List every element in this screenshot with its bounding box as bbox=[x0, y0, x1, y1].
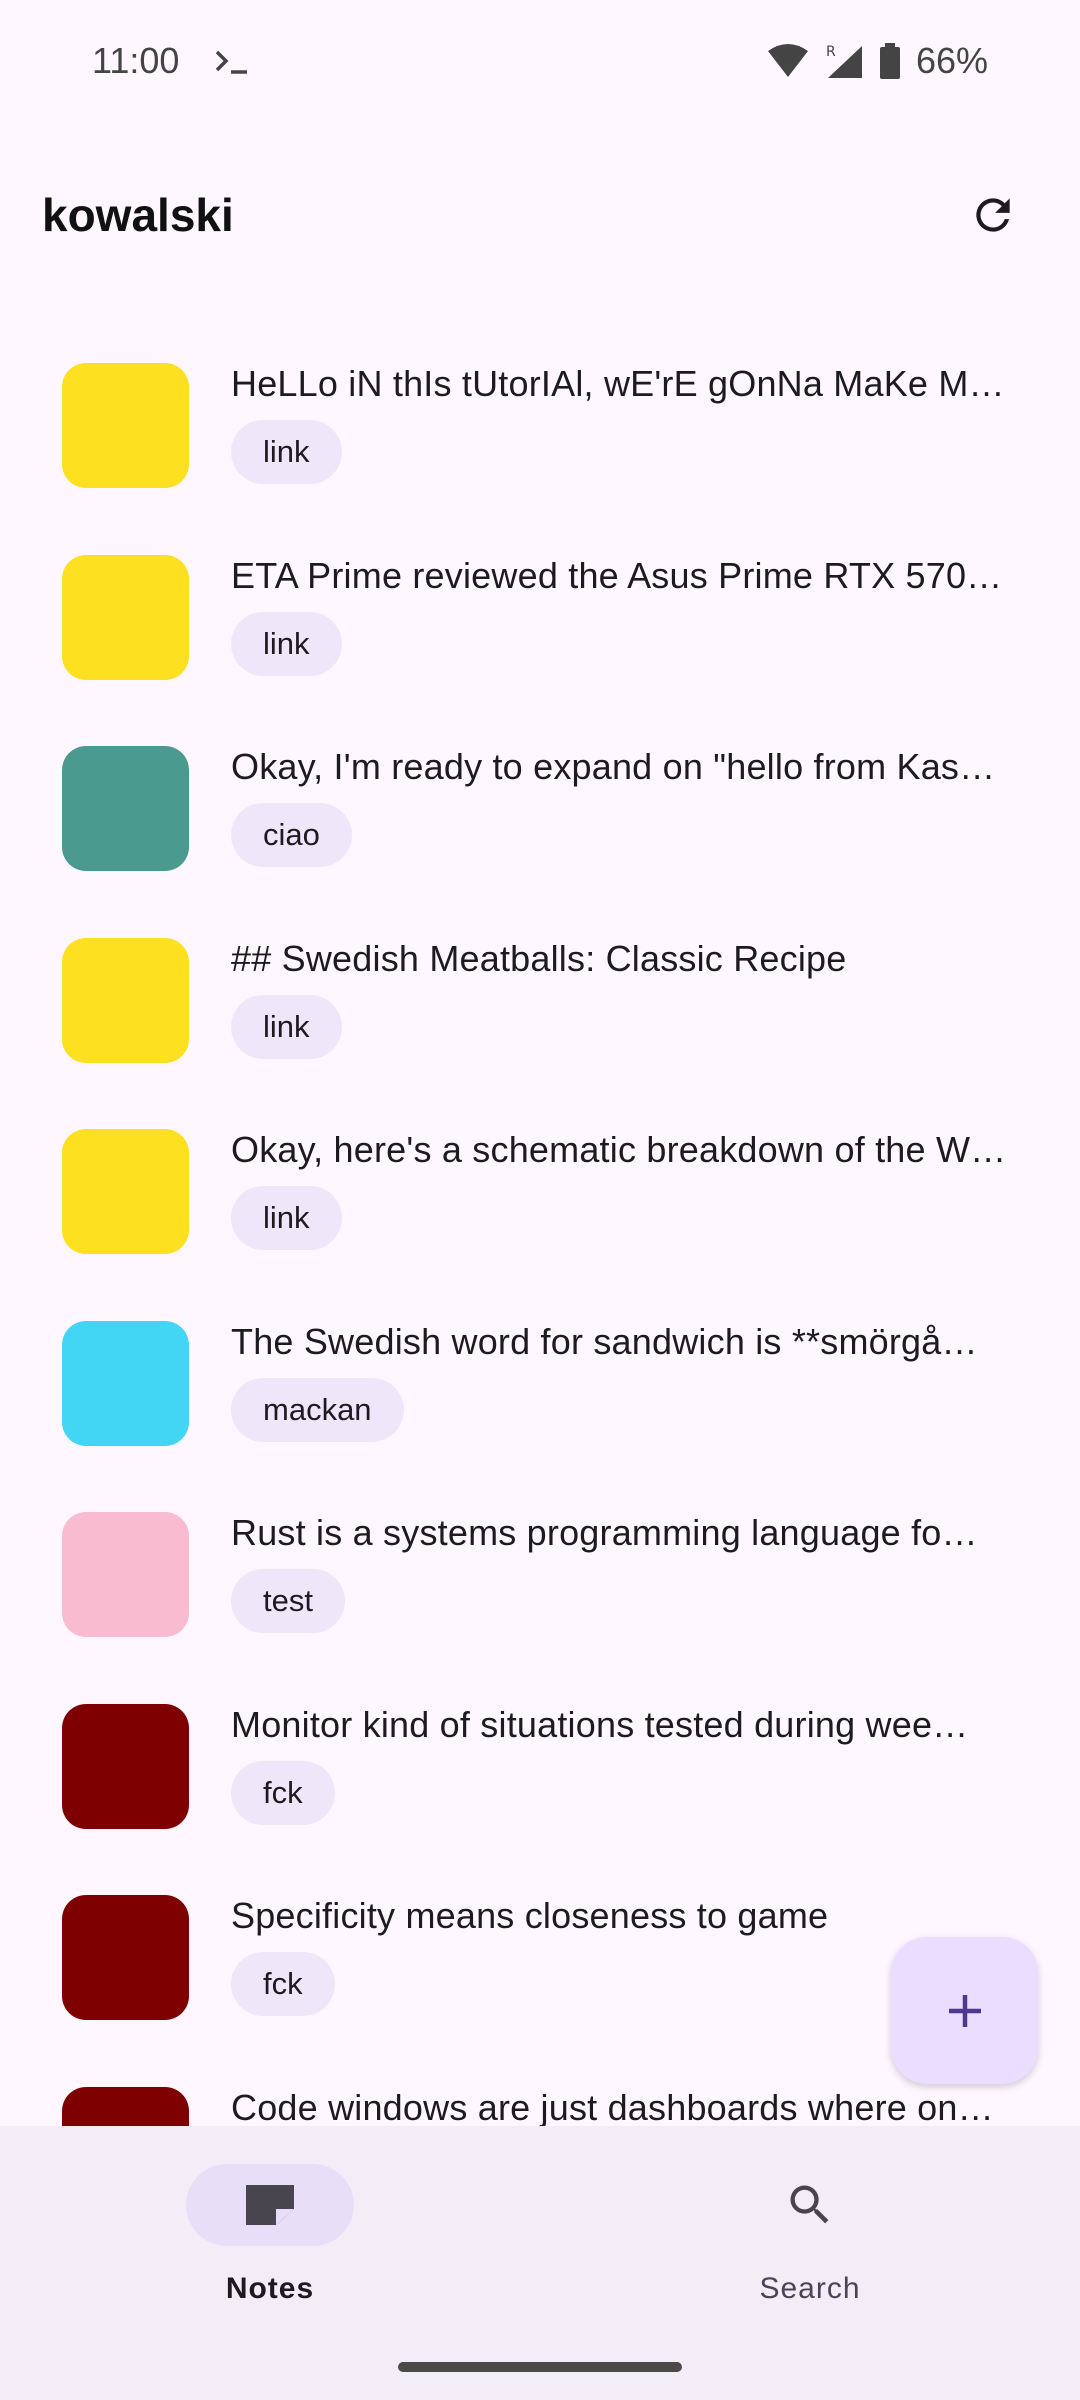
note-tag-chip[interactable]: test bbox=[231, 1569, 345, 1633]
nav-item-search[interactable]: Search bbox=[660, 2164, 960, 2306]
note-color-swatch bbox=[62, 1129, 189, 1254]
home-indicator[interactable] bbox=[398, 2362, 682, 2372]
note-color-swatch bbox=[62, 2086, 189, 2126]
note-title: Okay, I'm ready to expand on "hello from… bbox=[231, 746, 996, 787]
bottom-navigation: Notes Search bbox=[0, 2126, 1080, 2400]
note-tag-chip[interactable]: link bbox=[231, 1186, 342, 1250]
note-list-item[interactable]: ## Swedish Meatballs: Classic Recipe link bbox=[0, 915, 1080, 1107]
note-list-item[interactable]: Okay, I'm ready to expand on "hello from… bbox=[0, 723, 1080, 915]
note-tag-chip[interactable]: link bbox=[231, 611, 342, 676]
plus-icon bbox=[948, 1994, 981, 2027]
wifi-icon bbox=[766, 43, 810, 79]
note-list-item[interactable]: ETA Prime reviewed the Asus Prime RTX 57… bbox=[0, 532, 1080, 724]
note-color-swatch bbox=[62, 1320, 189, 1446]
note-icon bbox=[246, 2185, 294, 2225]
add-note-button[interactable] bbox=[891, 1937, 1038, 2084]
nav-label-search: Search bbox=[759, 2272, 861, 2305]
note-list-item[interactable]: Rust is a systems programming language f… bbox=[0, 1489, 1080, 1681]
note-title: Monitor kind of situations tested during… bbox=[231, 1703, 969, 1745]
note-body: ## Swedish Meatballs: Classic Recipe link bbox=[231, 937, 1021, 1059]
note-tag-chip[interactable]: link bbox=[231, 994, 342, 1059]
note-title: ETA Prime reviewed the Asus Prime RTX 57… bbox=[231, 554, 1003, 596]
note-title: Specificity means closeness to game bbox=[231, 1895, 829, 1936]
refresh-button[interactable] bbox=[948, 170, 1038, 260]
note-color-swatch bbox=[62, 937, 189, 1063]
note-tag-chip[interactable]: mackan bbox=[231, 1377, 404, 1442]
app-title: kowalski bbox=[42, 189, 234, 241]
notes-screen: 11:00 R 66% kowalski HeLLo iN thIs tUtor… bbox=[0, 0, 1080, 2400]
note-color-swatch bbox=[62, 1512, 189, 1637]
note-body: Rust is a systems programming language f… bbox=[231, 1511, 1021, 1633]
note-body: HeLLo iN thIs tUtorIAl, wE'rE gOnNa MaKe… bbox=[231, 362, 1021, 484]
status-bar: 11:00 R 66% bbox=[0, 0, 1080, 122]
svg-text:R: R bbox=[826, 44, 836, 60]
note-title: Code windows are just dashboards where o… bbox=[231, 2086, 994, 2127]
note-list-item[interactable]: Okay, here's a schematic breakdown of th… bbox=[0, 1106, 1080, 1298]
note-body: ETA Prime reviewed the Asus Prime RTX 57… bbox=[231, 554, 1021, 676]
nav-item-notes[interactable]: Notes bbox=[120, 2164, 420, 2306]
note-color-swatch bbox=[62, 363, 189, 488]
note-color-swatch bbox=[62, 554, 189, 680]
note-title: The Swedish word for sandwich is **smörg… bbox=[231, 1320, 978, 1362]
note-tag-chip[interactable]: link bbox=[231, 420, 342, 484]
nav-label-notes: Notes bbox=[225, 2272, 315, 2305]
search-icon bbox=[790, 2185, 829, 2224]
status-left: 11:00 bbox=[92, 40, 253, 82]
nav-indicator-notes bbox=[186, 2164, 354, 2246]
note-color-swatch bbox=[62, 746, 189, 871]
battery-percentage: 66% bbox=[915, 40, 988, 81]
note-tag-chip[interactable]: ciao bbox=[231, 803, 352, 867]
note-title: ## Swedish Meatballs: Classic Recipe bbox=[231, 937, 847, 979]
note-body: Okay, here's a schematic breakdown of th… bbox=[231, 1128, 1021, 1250]
signal-icon: R bbox=[824, 42, 864, 80]
nav-indicator-search bbox=[726, 2164, 894, 2246]
terminal-icon bbox=[213, 46, 253, 76]
note-body: Code windows are just dashboards where o… bbox=[231, 2086, 1021, 2127]
battery-icon bbox=[878, 42, 902, 80]
note-body: Monitor kind of situations tested during… bbox=[231, 1703, 1021, 1825]
note-list-item[interactable]: Monitor kind of situations tested during… bbox=[0, 1681, 1080, 1873]
app-bar: kowalski bbox=[0, 150, 1080, 280]
note-title: Okay, here's a schematic breakdown of th… bbox=[231, 1129, 1007, 1170]
note-color-swatch bbox=[62, 1895, 189, 2020]
note-body: Okay, I'm ready to expand on "hello from… bbox=[231, 745, 1021, 867]
note-color-swatch bbox=[62, 1703, 189, 1829]
status-time: 11:00 bbox=[92, 40, 180, 81]
status-right: R 66% bbox=[766, 40, 988, 82]
note-tag-chip[interactable]: fck bbox=[231, 1760, 335, 1825]
refresh-icon bbox=[976, 198, 1010, 232]
notes-list[interactable]: HeLLo iN thIs tUtorIAl, wE'rE gOnNa MaKe… bbox=[0, 340, 1080, 2126]
note-tag-chip[interactable]: fck bbox=[231, 1952, 335, 2016]
note-title: HeLLo iN thIs tUtorIAl, wE'rE gOnNa MaKe… bbox=[231, 363, 1005, 404]
note-list-item[interactable]: HeLLo iN thIs tUtorIAl, wE'rE gOnNa MaKe… bbox=[0, 340, 1080, 532]
note-list-item[interactable]: The Swedish word for sandwich is **smörg… bbox=[0, 1298, 1080, 1490]
note-title: Rust is a systems programming language f… bbox=[231, 1512, 978, 1553]
note-body: The Swedish word for sandwich is **smörg… bbox=[231, 1320, 1021, 1442]
